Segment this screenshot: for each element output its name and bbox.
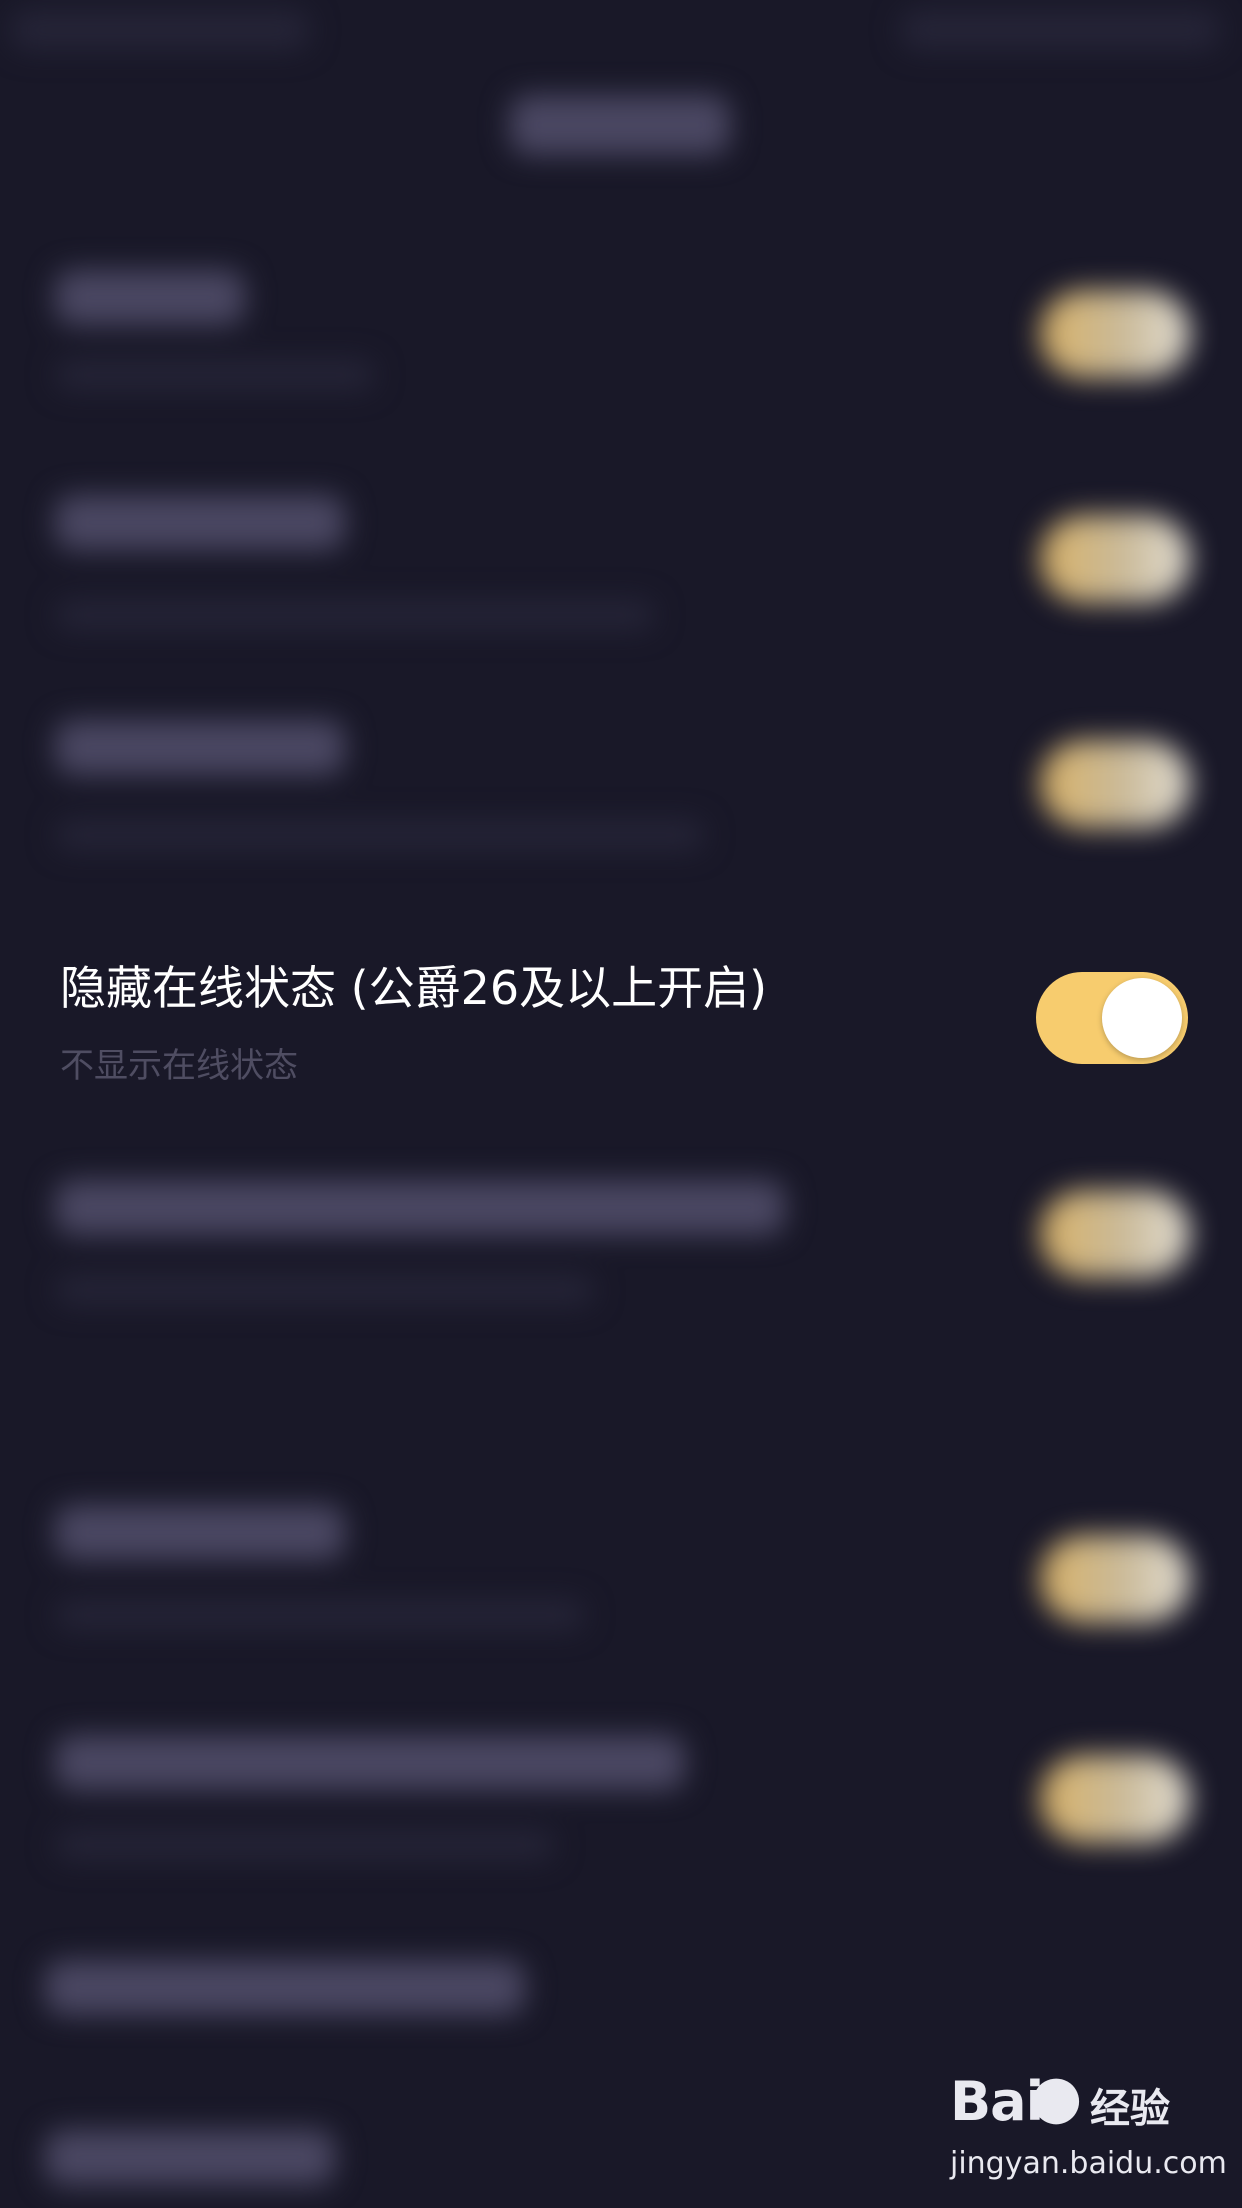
baidu-jingyan-watermark: Bai ● 经验 jingyan.baidu.com bbox=[950, 2062, 1230, 2190]
blurred-setting-title bbox=[55, 495, 345, 550]
watermark-url: jingyan.baidu.com bbox=[950, 2146, 1227, 2181]
blurred-setting-title bbox=[55, 1180, 785, 1235]
blurred-status-bar bbox=[10, 10, 310, 50]
hide-online-status-toggle[interactable] bbox=[1036, 972, 1188, 1064]
blurred-setting-subtitle bbox=[55, 600, 655, 630]
blurred-toggle bbox=[1040, 515, 1190, 603]
blurred-page-title bbox=[510, 95, 730, 155]
blurred-setting-title bbox=[55, 1735, 685, 1790]
toggle-knob bbox=[1102, 978, 1182, 1058]
setting-title: 隐藏在线状态 (公爵26及以上开启) bbox=[60, 961, 768, 1015]
blurred-toggle bbox=[1040, 1190, 1190, 1278]
blurred-setting-subtitle bbox=[55, 1600, 585, 1630]
blurred-setting-title bbox=[55, 720, 345, 775]
blurred-setting-subtitle bbox=[55, 360, 375, 390]
blurred-setting-title bbox=[55, 270, 245, 325]
setting-subtitle: 不显示在线状态 bbox=[60, 1046, 298, 1086]
paw-icon: ● bbox=[1030, 2062, 1083, 2132]
blurred-setting-title bbox=[45, 2130, 335, 2185]
blurred-setting-title bbox=[45, 1960, 525, 2015]
blurred-setting-title bbox=[55, 1505, 345, 1560]
blurred-setting-subtitle bbox=[55, 820, 705, 850]
blurred-toggle bbox=[1040, 1535, 1190, 1623]
blurred-setting-subtitle bbox=[55, 1275, 595, 1305]
blurred-toggle bbox=[1040, 1755, 1190, 1843]
watermark-brand: 经验 bbox=[1090, 2086, 1170, 2132]
blurred-status-bar-right bbox=[900, 10, 1220, 50]
hide-online-status-row: 隐藏在线状态 (公爵26及以上开启) 不显示在线状态 bbox=[0, 930, 1242, 1120]
blurred-toggle bbox=[1040, 740, 1190, 828]
blurred-setting-subtitle bbox=[55, 1830, 555, 1860]
blurred-toggle bbox=[1040, 290, 1190, 378]
